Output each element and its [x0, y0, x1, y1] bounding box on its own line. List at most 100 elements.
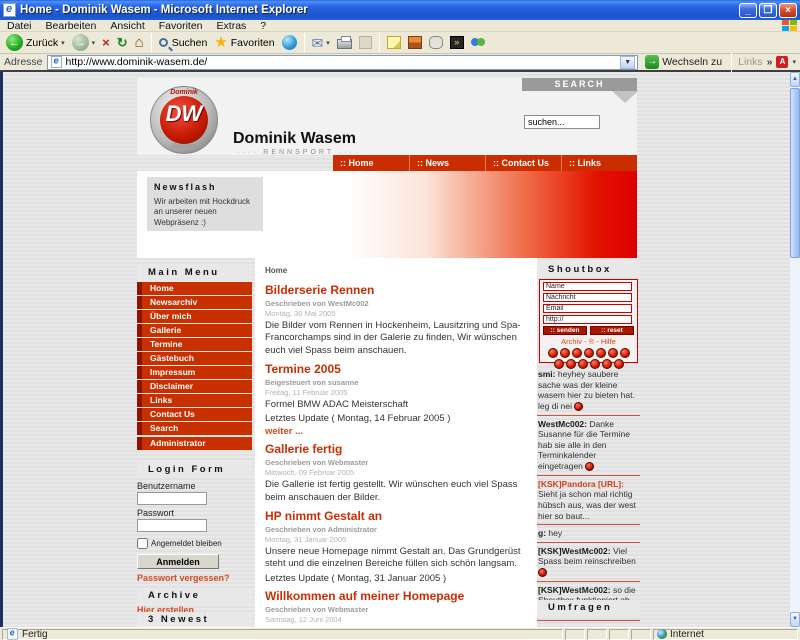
- header-banner: Newsflash Wir arbeiten mit Hockdruck an …: [137, 171, 637, 258]
- article-date: Samstag, 12 Juni 2004: [265, 615, 525, 624]
- nav-contact[interactable]: :: Contact Us: [485, 155, 561, 171]
- login-button[interactable]: Anmelden: [137, 554, 219, 569]
- messenger-button[interactable]: [469, 33, 487, 53]
- status-ready-panel: Fertig: [2, 629, 563, 640]
- nav-links[interactable]: :: Links: [561, 155, 637, 171]
- links-label[interactable]: Links: [738, 56, 763, 68]
- search-button[interactable]: Suchen: [157, 33, 210, 53]
- shoutbox-reset-button[interactable]: :: reset: [590, 326, 634, 335]
- shoutbox-message: smi: heyhey saubere sache was der kleine…: [537, 366, 640, 416]
- flashget-button[interactable]: »: [448, 33, 466, 53]
- scroll-down-icon[interactable]: ▼: [790, 612, 800, 627]
- sidebar-item-disclaimer[interactable]: Disclaimer: [137, 380, 252, 393]
- menu-favoriten[interactable]: Favoriten: [152, 20, 210, 32]
- remember-label: Angemeldet bleiben: [151, 539, 222, 548]
- article-body: Unsere neue Homepage nimmt Gestalt an. D…: [265, 546, 525, 571]
- restore-button[interactable]: ❐: [759, 3, 777, 18]
- menu-bearbeiten[interactable]: Bearbeiten: [39, 20, 104, 32]
- mail-button[interactable]: ✉ ▾: [310, 33, 332, 53]
- shoutbox-links[interactable]: Archiv - ® - Hilfe: [543, 337, 634, 346]
- smiley-icon[interactable]: [560, 348, 570, 358]
- print-button[interactable]: [335, 33, 354, 53]
- smiley-icon[interactable]: [620, 348, 630, 358]
- refresh-button[interactable]: ↻: [115, 33, 130, 53]
- forward-icon: →: [72, 34, 89, 51]
- research-button[interactable]: [406, 33, 424, 53]
- notes-button[interactable]: [385, 33, 403, 53]
- sidebar-item-ueber-mich[interactable]: Über mich: [137, 310, 252, 323]
- article-title[interactable]: Termine 2005: [265, 362, 525, 376]
- smiley-icon[interactable]: [608, 348, 618, 358]
- forward-button[interactable]: → ▾: [70, 33, 98, 53]
- minimize-button[interactable]: _: [739, 3, 757, 18]
- username-field[interactable]: [137, 492, 207, 505]
- smiley-icon[interactable]: [572, 348, 582, 358]
- sidebar-item-home[interactable]: Home: [137, 282, 252, 295]
- mail-icon: ✉: [312, 36, 324, 50]
- nav-home[interactable]: :: Home: [333, 155, 409, 171]
- article-body: Die Gallerie ist fertig gestellt. Wir wü…: [265, 479, 525, 504]
- discuss-button[interactable]: [427, 33, 445, 53]
- read-more-link[interactable]: weiter ...: [265, 426, 525, 437]
- back-icon: ←: [6, 34, 23, 51]
- links-chevron-icon[interactable]: »: [767, 56, 773, 68]
- sidebar-item-contact[interactable]: Contact Us: [137, 408, 252, 421]
- sidebar-item-newsarchiv[interactable]: Newsarchiv: [137, 296, 252, 309]
- forward-dropdown-icon[interactable]: ▾: [92, 39, 96, 47]
- forgot-password-link[interactable]: Passwort vergessen?: [137, 573, 252, 583]
- shoutbox-send-button[interactable]: :: senden: [543, 326, 587, 335]
- scroll-up-icon[interactable]: ▲: [790, 72, 800, 87]
- article-title[interactable]: Bilderserie Rennen: [265, 283, 525, 297]
- back-dropdown-icon[interactable]: ▾: [61, 39, 65, 47]
- favorites-button[interactable]: ★ Favoriten: [212, 33, 276, 53]
- smiley-icon: [574, 402, 583, 411]
- go-button[interactable]: → Wechseln zu: [642, 54, 725, 70]
- remember-checkbox[interactable]: [137, 538, 148, 549]
- menu-extras[interactable]: Extras: [210, 20, 254, 32]
- article-title[interactable]: Willkommen auf meiner Homepage: [265, 589, 525, 603]
- smiley-icon[interactable]: [596, 348, 606, 358]
- sidebar-item-termine[interactable]: Termine: [137, 338, 252, 351]
- sidebar-item-search[interactable]: Search: [137, 422, 252, 435]
- article: Gallerie fertig Geschrieben von Webmaste…: [265, 442, 525, 504]
- article-title[interactable]: HP nimmt Gestalt an: [265, 509, 525, 523]
- flashget-icon: »: [450, 36, 464, 49]
- pdf-addon-icon[interactable]: A: [776, 56, 788, 68]
- mail-dropdown-icon[interactable]: ▾: [326, 39, 330, 47]
- smiley-icon[interactable]: [584, 348, 594, 358]
- sidebar-item-links[interactable]: Links: [137, 394, 252, 407]
- shoutbox-url-input[interactable]: [543, 315, 632, 324]
- address-dropdown-icon[interactable]: ▼: [620, 56, 635, 69]
- newsflash-body: Wir arbeiten mit Hockdruck an unserer ne…: [154, 197, 256, 228]
- breadcrumb[interactable]: Home: [265, 266, 525, 275]
- home-button[interactable]: ⌂: [133, 33, 146, 53]
- sidebar-item-impressum[interactable]: Impressum: [137, 366, 252, 379]
- address-input[interactable]: http://www.dominik-wasem.de/ ▼: [47, 55, 639, 70]
- vertical-scrollbar[interactable]: ▲ ▼: [790, 72, 800, 627]
- stop-button[interactable]: ×: [100, 33, 112, 53]
- article-title[interactable]: Gallerie fertig: [265, 442, 525, 456]
- media-button[interactable]: [280, 33, 299, 53]
- menu-ansicht[interactable]: Ansicht: [103, 20, 151, 32]
- back-button[interactable]: ← Zurück ▾: [4, 33, 67, 53]
- menu-hilfe[interactable]: ?: [253, 20, 273, 32]
- pdf-dropdown-icon[interactable]: ▾: [792, 58, 796, 66]
- shoutbox-email-input[interactable]: [543, 304, 632, 313]
- shoutbox-name-input[interactable]: [543, 282, 632, 291]
- close-button[interactable]: ×: [779, 3, 797, 18]
- smiley-icon[interactable]: [548, 348, 558, 358]
- sidebar-item-gaestebuch[interactable]: Gästebuch: [137, 352, 252, 365]
- sidebar-item-gallerie[interactable]: Gallerie: [137, 324, 252, 337]
- logo-initials: DW: [151, 101, 217, 127]
- shoutbox-message-input[interactable]: [543, 293, 632, 302]
- nav-news[interactable]: :: News: [409, 155, 485, 171]
- sidebar-item-administrator[interactable]: Administrator: [137, 437, 252, 450]
- password-field[interactable]: [137, 519, 207, 532]
- scrollbar-thumb[interactable]: [790, 88, 800, 258]
- smiley-icon: [585, 462, 594, 471]
- shoutbox-message: [KSK]WestMc002: Viel Spass beim reinschr…: [537, 543, 640, 582]
- menu-datei[interactable]: Datei: [0, 20, 39, 32]
- edit-button[interactable]: [357, 33, 374, 53]
- article-byline: Geschrieben von WestMc002: [265, 299, 525, 308]
- site-search-input[interactable]: [524, 115, 600, 129]
